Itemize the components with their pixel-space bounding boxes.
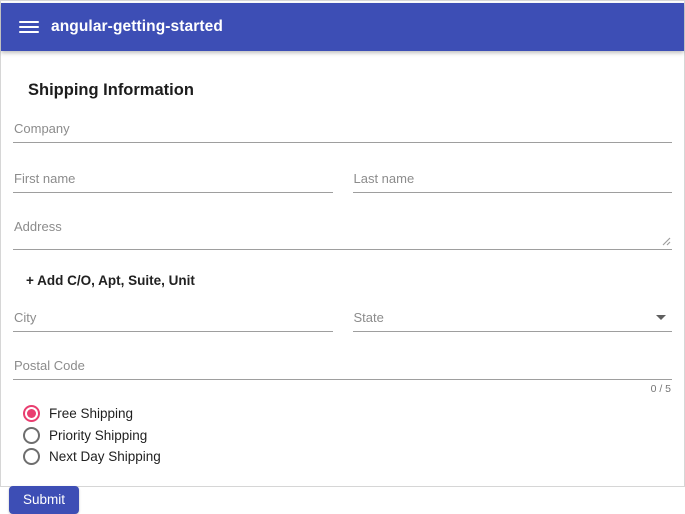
- add-address-line-button[interactable]: + Add C/O, Apt, Suite, Unit: [26, 273, 195, 288]
- state-select[interactable]: State: [352, 310, 672, 332]
- radio-icon[interactable]: [23, 426, 40, 444]
- submit-button[interactable]: Submit: [9, 485, 80, 514]
- postal-code-field: [13, 358, 672, 380]
- state-select-label: State: [353, 310, 384, 325]
- last-name-field: [352, 171, 672, 193]
- radio-icon[interactable]: [23, 448, 40, 466]
- address-textarea[interactable]: [13, 219, 672, 249]
- arrow-drop-down-icon: [656, 315, 666, 320]
- company-field: [13, 121, 672, 143]
- radio-priority-shipping[interactable]: Priority Shipping: [23, 425, 672, 447]
- radio-icon[interactable]: [23, 405, 40, 423]
- city-field: [13, 310, 333, 332]
- radio-next-day-shipping[interactable]: Next Day Shipping: [23, 446, 672, 468]
- city-state-row: State: [13, 310, 672, 332]
- shipping-form: Shipping Information + Add C/O, Apt, Sui…: [1, 81, 684, 514]
- address-field: [13, 219, 672, 250]
- first-name-input[interactable]: [13, 171, 333, 192]
- radio-label: Priority Shipping: [49, 427, 148, 443]
- city-input[interactable]: [13, 310, 333, 331]
- shipping-options-radio-group: Free Shipping Priority Shipping Next Day…: [23, 403, 672, 468]
- last-name-input[interactable]: [352, 171, 672, 192]
- radio-label: Next Day Shipping: [49, 449, 161, 465]
- postal-code-input[interactable]: [13, 358, 672, 379]
- company-input[interactable]: [13, 121, 672, 142]
- page-title: Shipping Information: [28, 81, 194, 99]
- radio-free-shipping[interactable]: Free Shipping: [23, 403, 672, 425]
- menu-icon: [19, 21, 39, 23]
- resize-handle-icon[interactable]: [662, 237, 671, 246]
- menu-button[interactable]: [17, 15, 41, 39]
- app-toolbar: angular-getting-started: [1, 3, 684, 51]
- app-title: angular-getting-started: [51, 18, 223, 35]
- first-name-field: [13, 171, 333, 193]
- radio-label: Free Shipping: [49, 406, 134, 422]
- char-counter: 0 / 5: [650, 383, 671, 395]
- name-row: [13, 171, 672, 193]
